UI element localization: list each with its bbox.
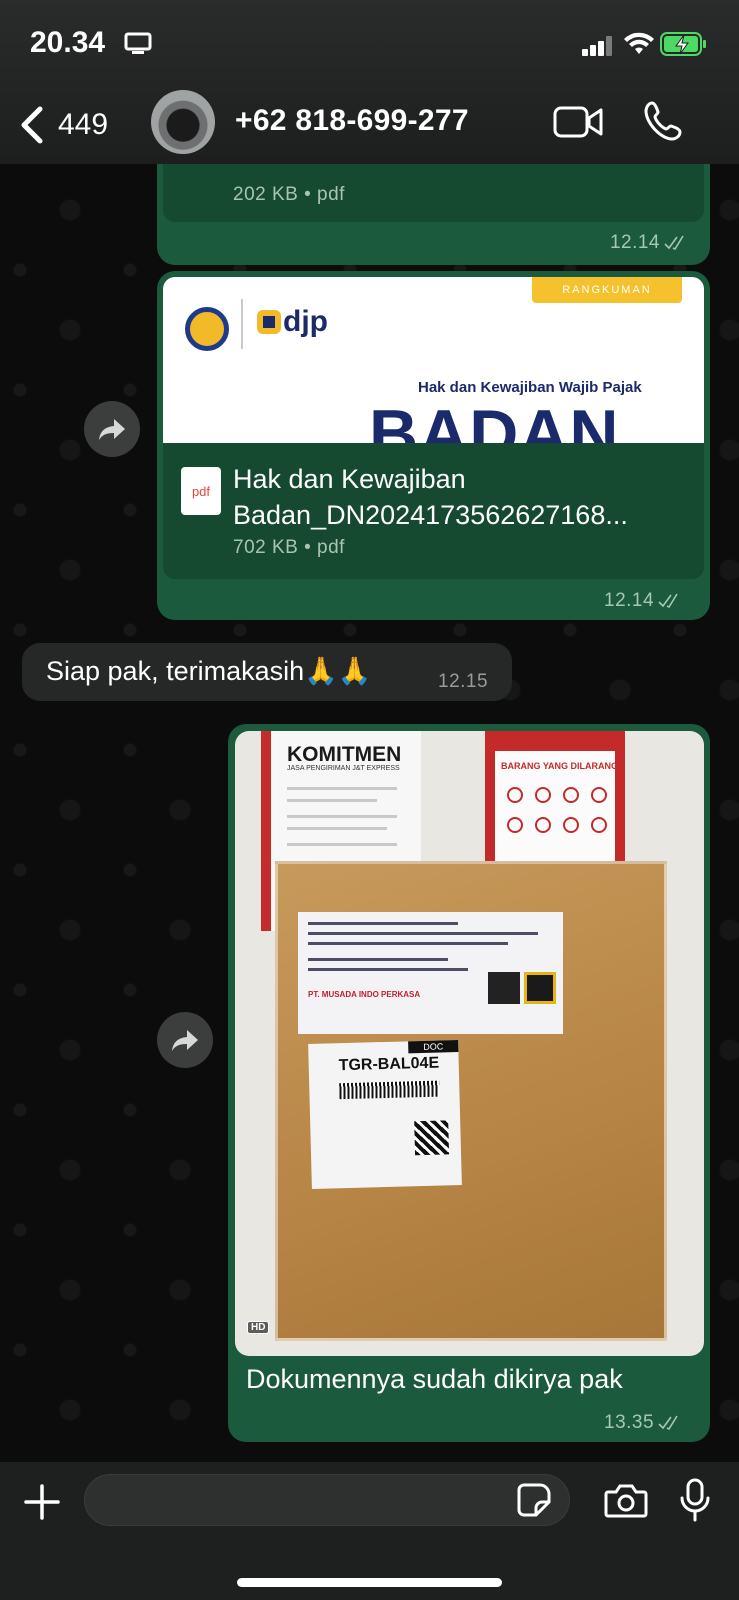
read-ticks-icon xyxy=(664,235,684,251)
time-text: 12.14 xyxy=(609,232,660,253)
prohibited-sign-icon xyxy=(563,817,579,833)
chat-header: 20.34 449 +62 818-699-277 xyxy=(0,0,739,164)
wifi-icon xyxy=(624,32,654,54)
poster-text-line xyxy=(287,787,397,790)
composer-bar xyxy=(0,1462,739,1600)
screen-mirroring-icon xyxy=(124,32,152,54)
message-bubble-incoming[interactable]: Siap pak, terimakasih🙏🙏 12.15 xyxy=(22,643,512,701)
camera-icon[interactable] xyxy=(604,1482,648,1520)
time-text: 13.35 xyxy=(604,1412,655,1433)
hd-badge: HD xyxy=(247,1321,270,1334)
read-ticks-icon xyxy=(658,593,678,609)
company-logo-icon xyxy=(488,972,520,1004)
djp-logo: djp xyxy=(257,305,328,339)
djp-mark-icon xyxy=(257,310,281,334)
prohibited-sign-icon xyxy=(507,787,523,803)
prohibited-sign-icon xyxy=(563,787,579,803)
message-text: Siap pak, terimakasih🙏🙏 xyxy=(46,656,372,686)
file-meta: 702 KB • pdf xyxy=(233,537,345,558)
label-text-line xyxy=(308,942,508,945)
contact-avatar[interactable] xyxy=(151,90,215,154)
forward-icon xyxy=(172,1030,198,1051)
message-time: 12.14 xyxy=(604,590,684,612)
qr-code-icon xyxy=(414,1120,450,1156)
address-label: PT. MUSADA INDO PERKASA xyxy=(298,912,563,1034)
message-input[interactable] xyxy=(84,1474,570,1526)
file-name-line1: Hak dan Kewajiban xyxy=(233,464,466,494)
poster-text-line xyxy=(287,827,387,830)
contact-name[interactable]: +62 818-699-277 xyxy=(235,104,469,138)
document-preview[interactable]: RANGKUMAN djp Hak dan Kewajiban Wajib Pa… xyxy=(163,277,704,443)
label-text-line xyxy=(308,968,468,971)
label-text-line xyxy=(308,932,538,935)
poster-text-line xyxy=(287,815,397,818)
forward-button[interactable] xyxy=(84,401,140,457)
phone-call-icon[interactable] xyxy=(644,100,684,142)
forward-button[interactable] xyxy=(157,1012,213,1068)
battery-charging-icon xyxy=(660,32,706,56)
file-name-line2: Badan_DN2024173562627168... xyxy=(233,500,628,530)
preview-title: BADAN xyxy=(369,396,620,443)
time-text: 12.14 xyxy=(604,590,655,611)
video-call-icon[interactable] xyxy=(553,104,603,140)
poster-text-line xyxy=(287,843,397,846)
chevron-left-icon xyxy=(21,106,43,144)
doc-badge: DOC xyxy=(408,1040,459,1054)
poster-title: BARANG YANG DILARANG xyxy=(501,761,619,771)
poster-title: KOMITMEN xyxy=(287,743,402,766)
pdf-icon-label: pdf xyxy=(191,483,211,499)
preview-subtitle: Hak dan Kewajiban Wajib Pajak xyxy=(418,379,642,396)
plus-icon[interactable] xyxy=(22,1482,62,1522)
barcode-icon xyxy=(339,1080,440,1100)
home-indicator xyxy=(237,1578,502,1587)
prohibited-sign-icon xyxy=(535,817,551,833)
prohibited-sign-icon xyxy=(535,787,551,803)
message-time: 12.15 xyxy=(438,671,488,693)
poster-text-line xyxy=(287,799,377,802)
ministry-emblem-icon xyxy=(185,307,229,351)
message-time: 12.14 xyxy=(610,232,690,254)
djp-logo-text: djp xyxy=(283,305,328,338)
chat-nav: 449 +62 818-699-277 xyxy=(0,90,739,160)
prohibited-sign-icon xyxy=(591,817,607,833)
logo-divider xyxy=(241,299,243,349)
unread-count: 449 xyxy=(58,108,109,141)
back-button[interactable]: 449 xyxy=(18,102,108,148)
label-text-line xyxy=(308,922,458,925)
photo-caption: Dokumennya sudah dikirya pak xyxy=(246,1364,623,1394)
envelope: PT. MUSADA INDO PERKASA DOC TGR-BAL04E xyxy=(275,861,667,1341)
status-time: 20.34 xyxy=(30,26,106,59)
message-time: 13.35 xyxy=(604,1412,684,1434)
forward-icon xyxy=(99,419,125,440)
file-card[interactable]: pdf Hak dan Kewajiban Badan_DN2024173562… xyxy=(163,443,704,579)
signal-icon xyxy=(582,36,612,56)
pdf-file-icon: pdf xyxy=(181,467,221,515)
read-ticks-icon xyxy=(658,1415,678,1431)
preview-badge: RANGKUMAN xyxy=(532,277,682,303)
prohibited-sign-icon xyxy=(507,817,523,833)
shipping-label: DOC TGR-BAL04E xyxy=(308,1040,462,1189)
file-meta: 202 KB • pdf xyxy=(233,184,345,205)
sticker-icon[interactable] xyxy=(516,1482,552,1518)
poster-subtitle: JASA PENGIRIMAN J&T EXPRESS xyxy=(287,765,400,772)
tracking-code: TGR-BAL04E xyxy=(338,1054,440,1075)
photo-attachment[interactable]: KOMITMEN JASA PENGIRIMAN J&T EXPRESS BAR… xyxy=(235,731,704,1356)
time-text: 12.15 xyxy=(438,671,489,692)
prohibited-sign-icon xyxy=(591,787,607,803)
status-bar: 20.34 xyxy=(0,0,739,84)
sender-name: PT. MUSADA INDO PERKASA xyxy=(308,990,421,999)
microphone-icon[interactable] xyxy=(678,1478,712,1522)
emblem-icon xyxy=(524,972,556,1004)
label-text-line xyxy=(308,958,448,961)
chat-area[interactable]: 202 KB • pdf 12.14 RANGKUMAN djp Hak dan… xyxy=(0,0,739,1460)
